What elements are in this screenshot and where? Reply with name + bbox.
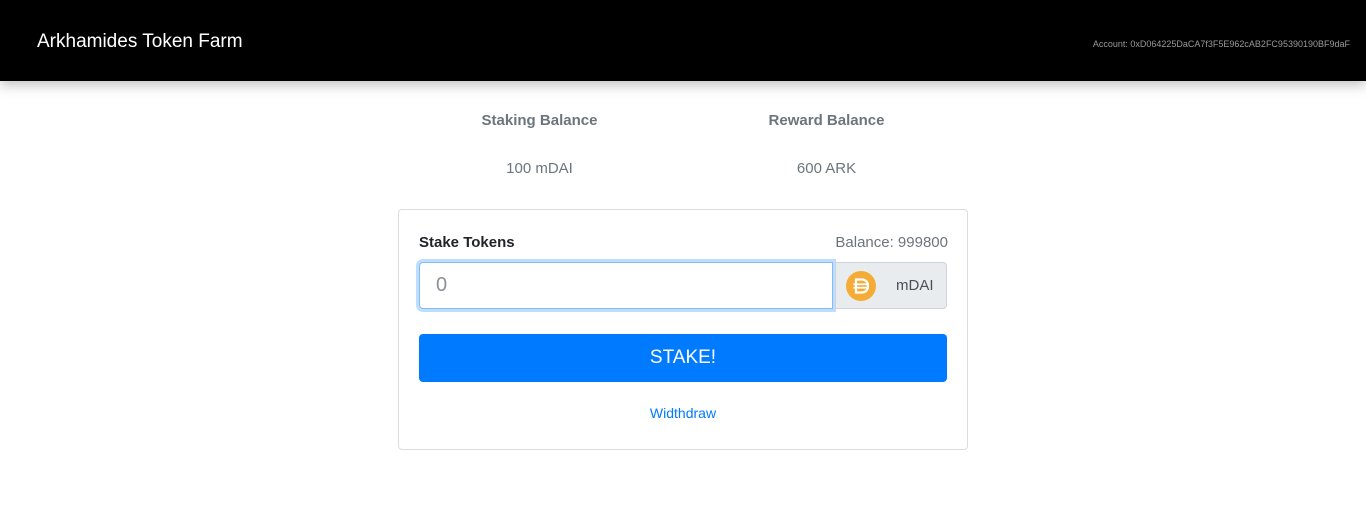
stake-amount-input[interactable] [419, 262, 833, 309]
withdraw-link[interactable]: Widthdraw [399, 405, 967, 421]
reward-balance-value: 600 ARK [796, 160, 857, 177]
token-label: mDAI [896, 277, 934, 294]
staking-balance-value: 100 mDAI [506, 160, 573, 177]
navbar: Arkhamides Token Farm Account: 0xD064225… [0, 0, 1366, 81]
token-append: mDAI [835, 262, 947, 309]
stake-card: Stake Tokens Balance: 999800 mDAI STAKE!… [398, 209, 968, 450]
reward-balance-header: Reward Balance [768, 112, 885, 129]
wallet-balance-label: Balance: 999800 [835, 234, 948, 251]
stake-tokens-label: Stake Tokens [419, 234, 515, 251]
brand-title[interactable]: Arkhamides Token Farm [37, 30, 243, 54]
dai-icon [846, 271, 876, 301]
staking-balance-header: Staking Balance [481, 112, 598, 129]
account-address: Account: 0xD064225DaCA7f3F5E962cAB2FC953… [1092, 39, 1350, 49]
stake-button[interactable]: STAKE! [419, 334, 947, 382]
